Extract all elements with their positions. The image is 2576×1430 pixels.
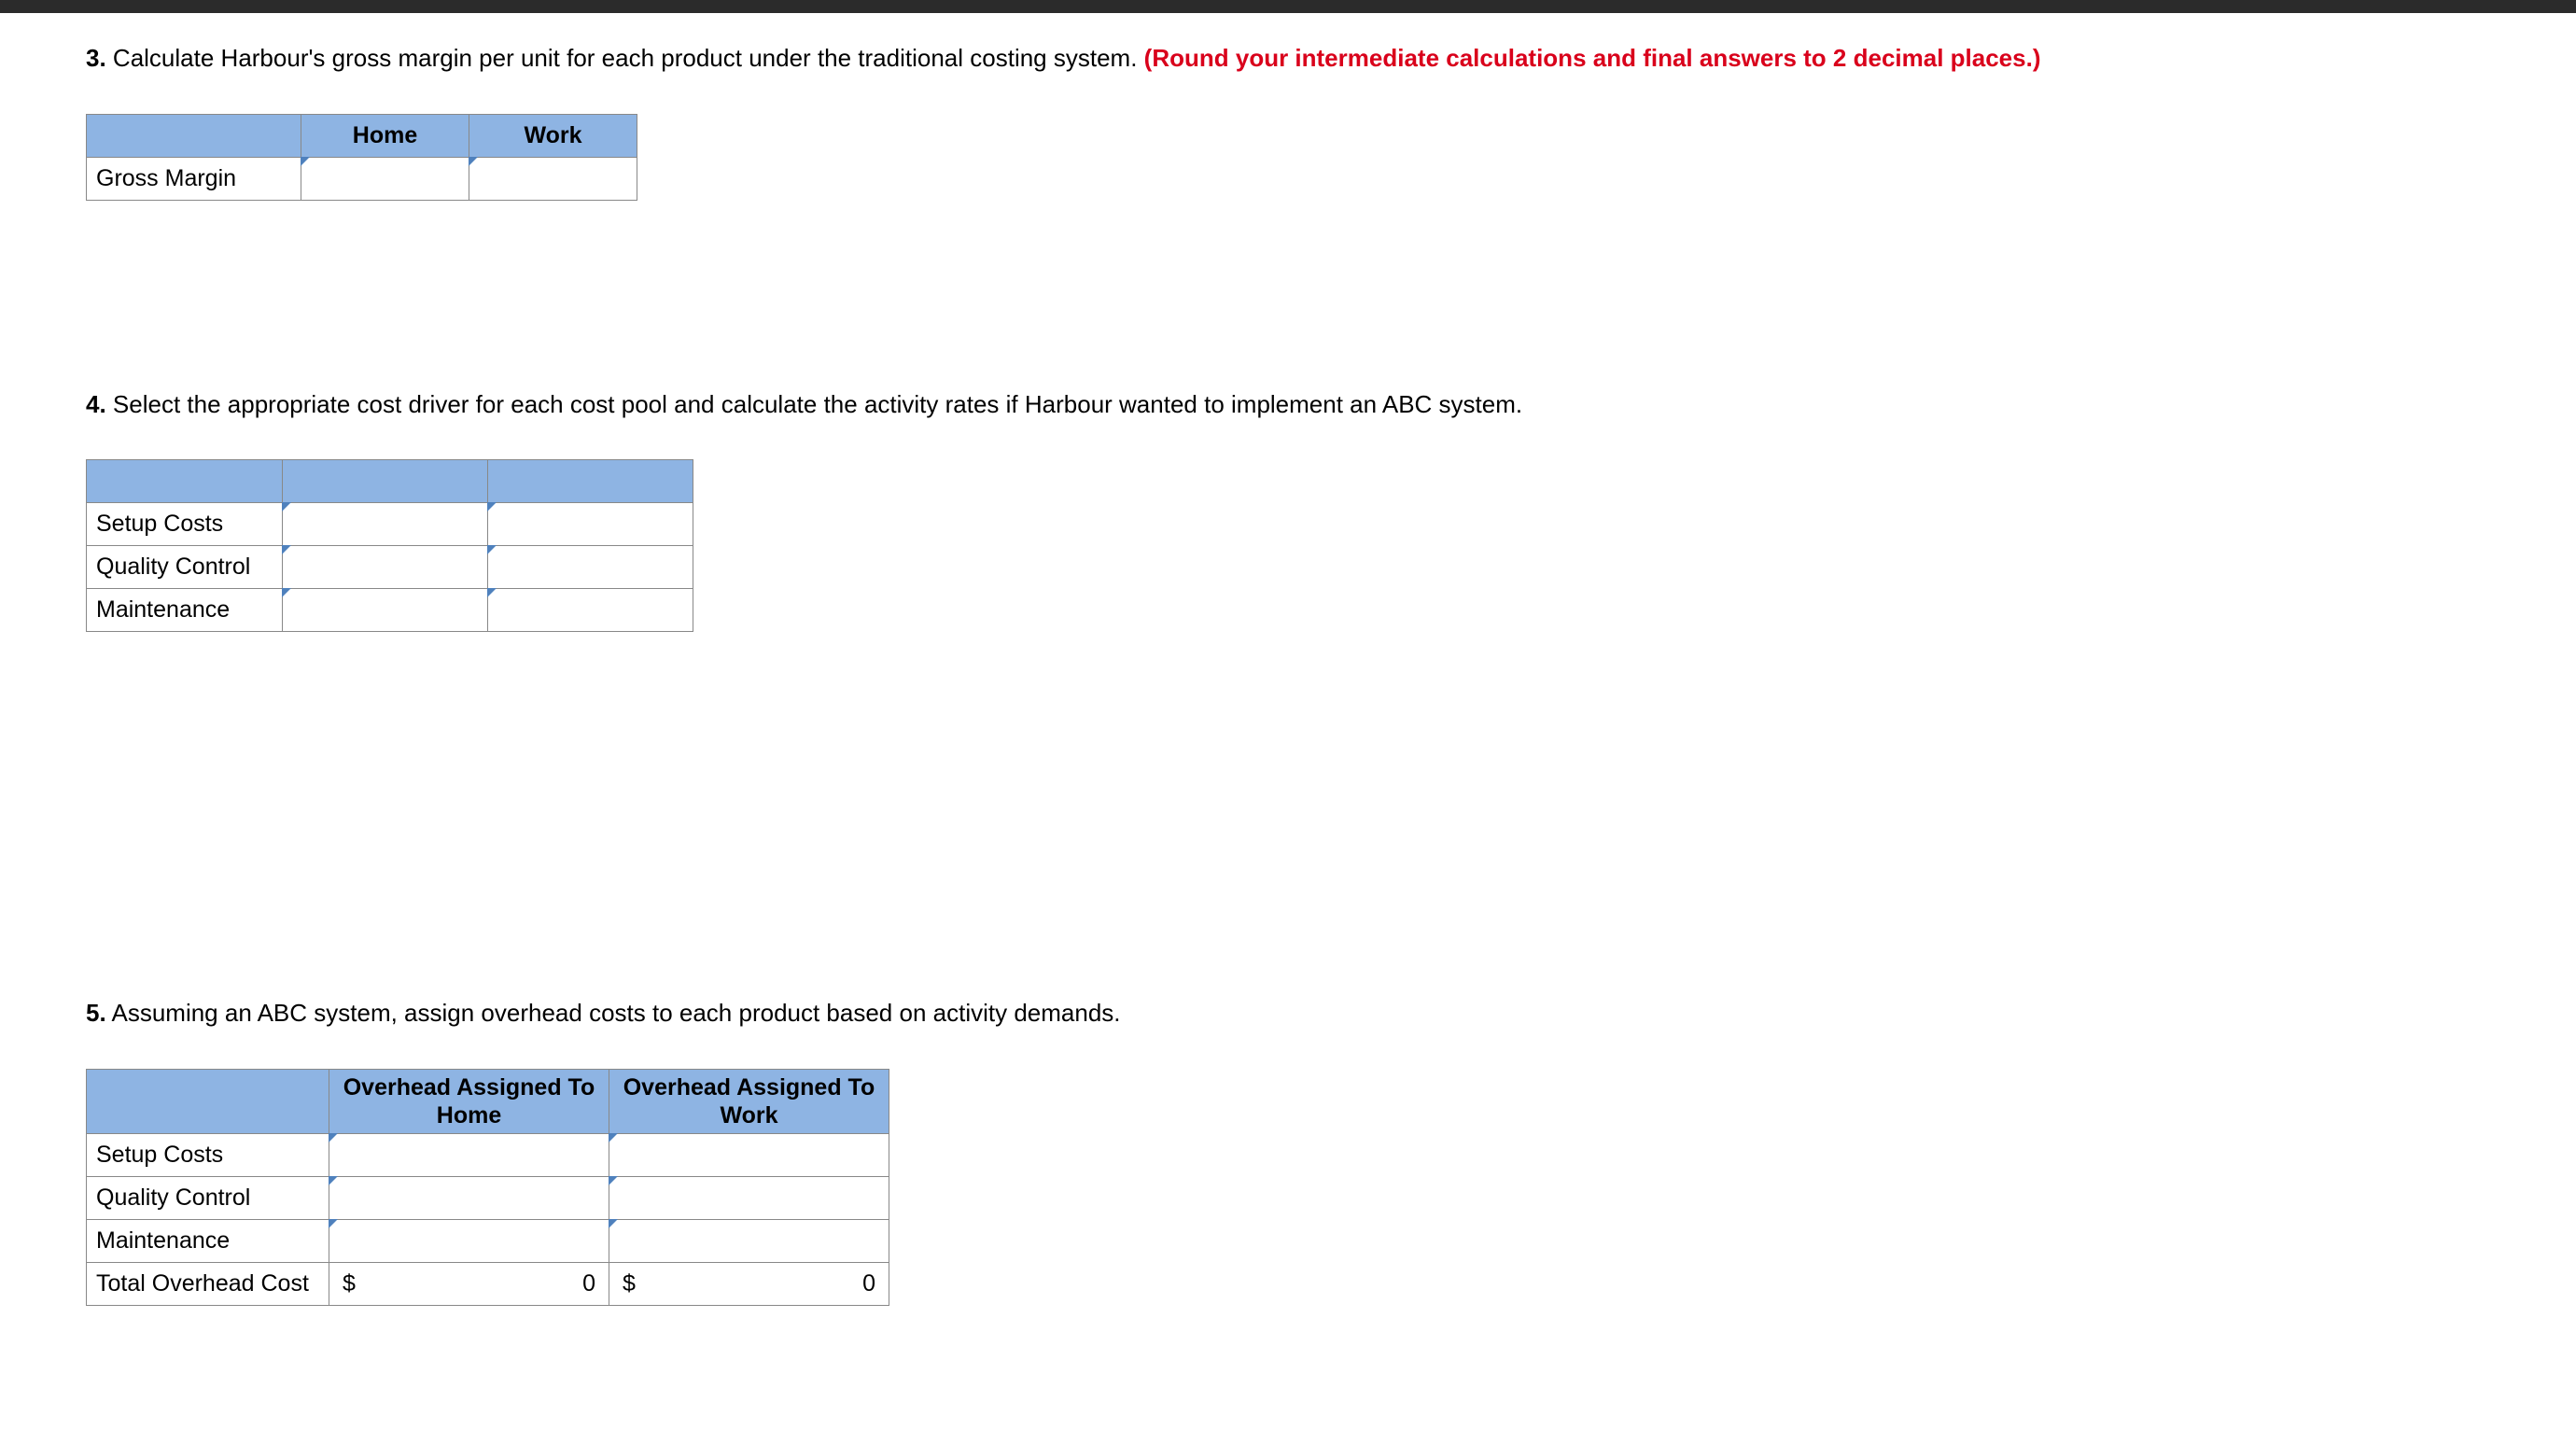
question-5-text: 5. Assuming an ABC system, assign overhe…	[86, 996, 2490, 1031]
total-home-value: 0	[582, 1270, 595, 1297]
table4-maintenance-rate-input[interactable]	[488, 589, 693, 632]
input-marker-icon	[282, 545, 291, 554]
table5-row-maintenance: Maintenance	[87, 1220, 329, 1263]
input-marker-icon	[329, 1176, 338, 1185]
table5-work-header: Overhead Assigned To Work	[609, 1070, 889, 1134]
question-3-body: Calculate Harbour's gross margin per uni…	[113, 44, 1138, 72]
table4-setup-rate-input[interactable]	[488, 503, 693, 546]
table3-row-gross-margin: Gross Margin	[87, 157, 301, 200]
table4-quality-driver-input[interactable]	[283, 546, 488, 589]
input-marker-icon	[282, 588, 291, 597]
input-marker-icon	[609, 1219, 618, 1228]
question-4-body: Select the appropriate cost driver for e…	[113, 390, 1522, 418]
currency-symbol: $	[623, 1270, 636, 1297]
question-3-number: 3.	[86, 44, 106, 72]
question-5-number: 5.	[86, 999, 106, 1027]
currency-symbol: $	[343, 1270, 356, 1297]
table5-home-header: Overhead Assigned To Home	[329, 1070, 609, 1134]
table3-work-input[interactable]	[469, 157, 637, 200]
table5-maintenance-home-input[interactable]	[329, 1220, 609, 1263]
question-3-instruction: (Round your intermediate calculations an…	[1144, 44, 2041, 72]
input-marker-icon	[487, 588, 497, 597]
table5-total-work: $ 0	[609, 1263, 889, 1306]
table4-quality-rate-input[interactable]	[488, 546, 693, 589]
input-marker-icon	[301, 157, 310, 166]
question-4-section: 4. Select the appropriate cost driver fo…	[86, 387, 2490, 633]
table5-setup-home-input[interactable]	[329, 1134, 609, 1177]
gross-margin-table: Home Work Gross Margin	[86, 114, 637, 201]
window-top-bar	[0, 0, 2576, 13]
activity-rates-table: Setup Costs Quality Control Maintenance	[86, 459, 693, 632]
total-work-value: 0	[862, 1270, 875, 1297]
table5-setup-work-input[interactable]	[609, 1134, 889, 1177]
input-marker-icon	[487, 545, 497, 554]
page-content: 3. Calculate Harbour's gross margin per …	[0, 13, 2576, 1353]
table3-blank-header	[87, 114, 301, 157]
question-5-body: Assuming an ABC system, assign overhead …	[111, 999, 1120, 1027]
table5-blank-header	[87, 1070, 329, 1134]
table5-quality-home-input[interactable]	[329, 1177, 609, 1220]
table4-row-quality: Quality Control	[87, 546, 283, 589]
table5-row-total: Total Overhead Cost	[87, 1263, 329, 1306]
table5-row-setup: Setup Costs	[87, 1134, 329, 1177]
question-3-section: 3. Calculate Harbour's gross margin per …	[86, 41, 2490, 201]
table3-home-input[interactable]	[301, 157, 469, 200]
table5-total-home: $ 0	[329, 1263, 609, 1306]
input-marker-icon	[282, 502, 291, 512]
question-3-text: 3. Calculate Harbour's gross margin per …	[86, 41, 2490, 77]
table5-row-quality: Quality Control	[87, 1177, 329, 1220]
question-5-section: 5. Assuming an ABC system, assign overhe…	[86, 996, 2490, 1306]
table5-quality-work-input[interactable]	[609, 1177, 889, 1220]
table4-setup-driver-input[interactable]	[283, 503, 488, 546]
input-marker-icon	[329, 1133, 338, 1143]
table4-rate-header	[488, 460, 693, 503]
table4-driver-header	[283, 460, 488, 503]
input-marker-icon	[609, 1176, 618, 1185]
input-marker-icon	[469, 157, 478, 166]
table4-row-setup: Setup Costs	[87, 503, 283, 546]
table4-row-maintenance: Maintenance	[87, 589, 283, 632]
input-marker-icon	[487, 502, 497, 512]
table4-maintenance-driver-input[interactable]	[283, 589, 488, 632]
input-marker-icon	[329, 1219, 338, 1228]
question-4-number: 4.	[86, 390, 106, 418]
table4-blank-header	[87, 460, 283, 503]
overhead-assigned-table: Overhead Assigned To Home Overhead Assig…	[86, 1069, 889, 1306]
table3-work-header: Work	[469, 114, 637, 157]
input-marker-icon	[609, 1133, 618, 1143]
table5-maintenance-work-input[interactable]	[609, 1220, 889, 1263]
table3-home-header: Home	[301, 114, 469, 157]
question-4-text: 4. Select the appropriate cost driver fo…	[86, 387, 2490, 423]
